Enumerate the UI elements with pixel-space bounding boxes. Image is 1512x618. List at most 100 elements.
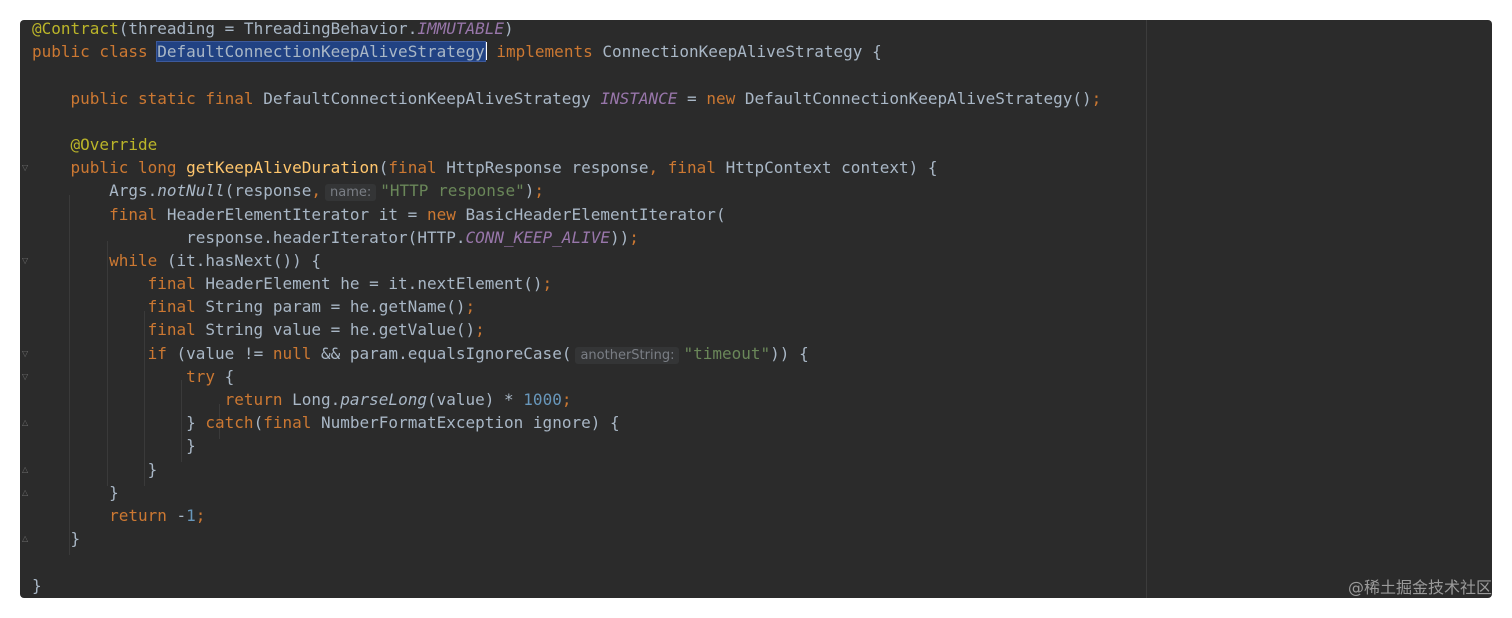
code-token: ( bbox=[253, 413, 264, 433]
fold-marker-icon[interactable]: ▽ bbox=[22, 373, 30, 381]
code-token: = bbox=[677, 88, 707, 108]
code-line[interactable]: } bbox=[32, 574, 1101, 597]
code-line[interactable]: return -1; bbox=[32, 504, 1101, 527]
code-token: Long. bbox=[292, 390, 341, 409]
code-token: } bbox=[32, 413, 206, 433]
code-token: @Override bbox=[70, 134, 158, 154]
fold-marker-icon[interactable]: △ bbox=[22, 535, 30, 543]
fold-marker-icon[interactable]: ▽ bbox=[22, 164, 30, 172]
watermark: @稀土掘金技术社区 bbox=[1347, 578, 1492, 597]
code-token: parseLong bbox=[340, 390, 427, 409]
code-line[interactable]: @Override bbox=[32, 133, 1101, 156]
code-token: implements bbox=[486, 42, 603, 62]
code-token: CONN_KEEP_ALIVE bbox=[465, 227, 610, 247]
code-token: 1 bbox=[186, 505, 196, 525]
code-line[interactable]: } bbox=[32, 481, 1101, 504]
code-line[interactable]: } bbox=[32, 458, 1101, 481]
code-token: null bbox=[272, 343, 321, 363]
code-token: ( bbox=[378, 158, 389, 178]
code-line[interactable]: return Long.parseLong(value) * 1000; bbox=[32, 388, 1101, 411]
code-token: (response bbox=[224, 181, 312, 201]
fold-marker-icon[interactable]: △ bbox=[22, 489, 30, 497]
code-token: (value != bbox=[176, 343, 273, 363]
code-token: } bbox=[32, 436, 196, 456]
code-line[interactable] bbox=[32, 63, 1101, 86]
code-line[interactable]: } bbox=[32, 527, 1101, 550]
code-token: @Contract bbox=[32, 20, 119, 38]
code-line[interactable]: try { bbox=[32, 365, 1101, 388]
code-token: final bbox=[147, 274, 206, 294]
code-line[interactable]: } bbox=[32, 434, 1101, 457]
code-line[interactable] bbox=[32, 110, 1101, 133]
code-token: return bbox=[109, 505, 177, 525]
code-token: )) { bbox=[770, 343, 809, 363]
code-token: NumberFormatException ignore) { bbox=[321, 413, 620, 433]
code-token: DefaultConnectionKeepAliveStrategy bbox=[263, 88, 601, 108]
code-token: final bbox=[147, 297, 206, 317]
fold-marker-icon[interactable]: △ bbox=[22, 419, 30, 427]
right-margin-guide bbox=[1146, 20, 1147, 598]
code-line[interactable] bbox=[32, 550, 1101, 573]
code-token: (threading = ThreadingBehavior. bbox=[118, 20, 418, 38]
code-token: public static final bbox=[70, 88, 264, 108]
code-token: } bbox=[32, 459, 158, 479]
code-line[interactable]: while (it.hasNext()) { bbox=[32, 249, 1101, 272]
code-line[interactable]: public long getKeepAliveDuration(final H… bbox=[32, 156, 1101, 179]
code-token: new bbox=[706, 88, 745, 108]
code-line[interactable]: final String param = he.getName(); bbox=[32, 295, 1101, 318]
code-line[interactable]: response.headerIterator(HTTP.CONN_KEEP_A… bbox=[32, 226, 1101, 249]
code-token: Args. bbox=[32, 181, 158, 201]
fold-marker-icon[interactable]: ▽ bbox=[22, 257, 30, 265]
code-line[interactable]: Args.notNull(response, name: "HTTP respons… bbox=[32, 179, 1101, 202]
code-line[interactable]: final HeaderElementIterator it = new Bas… bbox=[32, 203, 1101, 226]
code-token: catch bbox=[205, 413, 254, 433]
code-line[interactable]: if (value != null && param.equalsIgnoreC… bbox=[32, 342, 1101, 365]
code-line[interactable]: @Contract(threading = ThreadingBehavior.… bbox=[32, 20, 1101, 40]
code-token: response.headerIterator(HTTP. bbox=[32, 227, 466, 247]
code-token: INSTANCE bbox=[600, 88, 678, 108]
code-token: if bbox=[147, 343, 177, 363]
code-line[interactable]: } catch(final NumberFormatException igno… bbox=[32, 411, 1101, 434]
code-token: final bbox=[263, 413, 321, 433]
code-token: ) bbox=[524, 181, 535, 201]
code-token: HeaderElementIterator it = bbox=[166, 204, 427, 224]
code-token: final bbox=[388, 158, 447, 178]
code-editor[interactable]: ▽ ▽ ▽ ▽ △ △ △ △ @Contract(threading = Th… bbox=[20, 20, 1492, 598]
code-line[interactable]: final String value = he.getValue(); bbox=[32, 318, 1101, 341]
code-token: BasicHeaderElementIterator( bbox=[465, 204, 726, 224]
code-token: public long bbox=[70, 158, 187, 178]
fold-marker-icon[interactable]: △ bbox=[22, 466, 30, 474]
code-line[interactable]: final HeaderElement he = it.nextElement(… bbox=[32, 272, 1101, 295]
code-token: , bbox=[311, 181, 322, 201]
code-line[interactable]: public static final DefaultConnectionKee… bbox=[32, 87, 1102, 110]
code-token: (value) * bbox=[426, 390, 524, 409]
code-content[interactable]: @Contract(threading = ThreadingBehavior.… bbox=[32, 20, 1101, 597]
parameter-hint: name: bbox=[325, 184, 377, 202]
code-token: ) bbox=[504, 20, 514, 38]
code-token: } bbox=[32, 482, 119, 502]
code-token: new bbox=[426, 204, 466, 224]
fold-marker-icon[interactable]: ▽ bbox=[22, 350, 30, 358]
code-token: final bbox=[109, 204, 167, 224]
code-token: ; bbox=[561, 390, 572, 409]
code-token: notNull bbox=[157, 181, 225, 201]
code-token: getKeepAliveDuration bbox=[186, 158, 379, 178]
code-token: HeaderElement he = it.nextElement() bbox=[205, 274, 543, 294]
code-token: String value = he.getValue() bbox=[205, 320, 476, 340]
code-token: (it.hasNext()) { bbox=[166, 250, 321, 270]
code-token: return bbox=[224, 390, 293, 409]
code-token: ; bbox=[629, 227, 639, 247]
code-token: ConnectionKeepAliveStrategy { bbox=[602, 42, 882, 62]
code-token: ; bbox=[465, 297, 476, 317]
code-line[interactable]: public class DefaultConnectionKeepAliveS… bbox=[32, 40, 1101, 63]
code-token: ; bbox=[195, 505, 206, 525]
code-token: "timeout" bbox=[683, 343, 771, 363]
